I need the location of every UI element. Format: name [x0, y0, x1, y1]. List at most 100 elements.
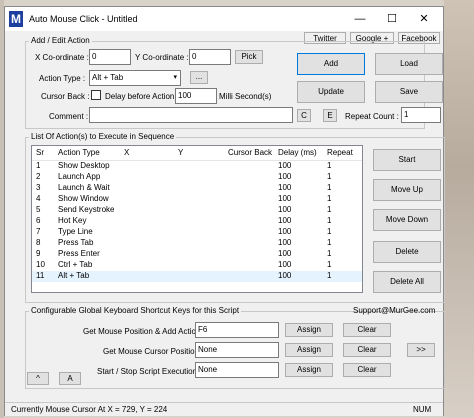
- delay-label: Delay before Action :: [105, 92, 179, 101]
- move-down-button[interactable]: Move Down: [373, 209, 441, 231]
- delete-button[interactable]: Delete: [373, 241, 441, 263]
- shortcut-2-clear-button[interactable]: Clear: [343, 343, 391, 357]
- app-logo-icon: M: [9, 11, 23, 27]
- move-up-button[interactable]: Move Up: [373, 179, 441, 201]
- row-repeat: 1: [327, 161, 332, 170]
- shortcut-3-assign-button[interactable]: Assign: [285, 363, 333, 377]
- mouse-position-status: Currently Mouse Cursor At X = 729, Y = 2…: [11, 405, 168, 414]
- table-row[interactable]: 6 Hot Key 100 1: [32, 216, 362, 227]
- row-sr: 1: [36, 161, 41, 170]
- row-action-type: Alt + Tab: [58, 271, 90, 280]
- row-action-type: Launch App: [58, 172, 101, 181]
- row-action-type: Show Window: [58, 194, 109, 203]
- pick-button[interactable]: Pick: [235, 50, 263, 64]
- table-row[interactable]: 10 Ctrl + Tab 100 1: [32, 260, 362, 271]
- cursor-back-label: Cursor Back :: [41, 92, 90, 101]
- close-button[interactable]: ✕: [409, 10, 439, 28]
- shortcuts-group-title: Configurable Global Keyboard Shortcut Ke…: [29, 306, 242, 315]
- column-header-action-type[interactable]: Action Type: [58, 148, 100, 157]
- shortcut-1-label: Get Mouse Position & Add Action :: [83, 327, 205, 336]
- table-row[interactable]: 8 Press Tab 100 1: [32, 238, 362, 249]
- x-coordinate-input[interactable]: 0: [89, 49, 131, 65]
- shortcut-1-assign-button[interactable]: Assign: [285, 323, 333, 337]
- shortcut-1-clear-button[interactable]: Clear: [343, 323, 391, 337]
- row-delay: 100: [278, 227, 292, 236]
- row-action-type: Launch & Wait: [58, 183, 110, 192]
- row-delay: 100: [278, 216, 292, 225]
- action-type-select[interactable]: Alt + Tab ▾: [89, 70, 181, 86]
- chevron-down-icon: ▾: [173, 74, 177, 81]
- shortcut-3-input[interactable]: None: [195, 362, 279, 378]
- more-shortcuts-button[interactable]: >>: [407, 343, 435, 357]
- add-edit-group-title: Add / Edit Action: [29, 36, 92, 45]
- table-row[interactable]: 4 Show Window 100 1: [32, 194, 362, 205]
- repeat-count-input[interactable]: 1: [401, 107, 441, 123]
- table-row[interactable]: 2 Launch App 100 1: [32, 172, 362, 183]
- table-row[interactable]: 5 Send Keystroke 100 1: [32, 205, 362, 216]
- minimize-button[interactable]: —: [345, 10, 375, 28]
- shortcut-2-label: Get Mouse Cursor Position :: [103, 347, 204, 356]
- row-delay: 100: [278, 271, 292, 280]
- row-delay: 100: [278, 194, 292, 203]
- column-header-y[interactable]: Y: [178, 148, 183, 157]
- collapse-up-button[interactable]: ^: [27, 372, 49, 385]
- row-action-type: Press Enter: [58, 249, 100, 258]
- row-repeat: 1: [327, 271, 332, 280]
- a-button[interactable]: A: [59, 372, 81, 385]
- table-row[interactable]: 3 Launch & Wait 100 1: [32, 183, 362, 194]
- comment-input[interactable]: [89, 107, 293, 123]
- table-row-selected[interactable]: 11 Alt + Tab 100 1: [32, 271, 362, 282]
- support-email-link[interactable]: Support@MurGee.com: [353, 306, 435, 315]
- start-button[interactable]: Start: [373, 149, 441, 171]
- table-row[interactable]: 1 Show Desktop 100 1: [32, 161, 362, 172]
- delete-all-button[interactable]: Delete All: [373, 271, 441, 293]
- row-action-type: Send Keystroke: [58, 205, 115, 214]
- shortcut-2-assign-button[interactable]: Assign: [285, 343, 333, 357]
- column-header-x[interactable]: X: [124, 148, 129, 157]
- row-sr: 4: [36, 194, 41, 203]
- maximize-button[interactable]: ☐: [377, 10, 407, 28]
- row-action-type: Press Tab: [58, 238, 94, 247]
- shortcut-3-label: Start / Stop Script Execution :: [97, 367, 202, 376]
- table-row[interactable]: 9 Press Enter 100 1: [32, 249, 362, 260]
- e-button[interactable]: E: [323, 109, 337, 122]
- delay-input[interactable]: 100: [175, 88, 217, 104]
- action-type-value: Alt + Tab: [92, 73, 124, 82]
- load-button[interactable]: Load: [375, 53, 443, 75]
- c-button[interactable]: C: [297, 109, 311, 122]
- column-header-sr[interactable]: Sr: [36, 148, 44, 157]
- row-delay: 100: [278, 238, 292, 247]
- row-sr: 9: [36, 249, 41, 258]
- row-delay: 100: [278, 205, 292, 214]
- shortcut-3-clear-button[interactable]: Clear: [343, 363, 391, 377]
- action-options-button[interactable]: ...: [190, 71, 208, 84]
- update-button[interactable]: Update: [297, 81, 365, 103]
- y-coordinate-input[interactable]: 0: [189, 49, 231, 65]
- row-sr: 8: [36, 238, 41, 247]
- row-delay: 100: [278, 260, 292, 269]
- row-sr: 6: [36, 216, 41, 225]
- row-delay: 100: [278, 172, 292, 181]
- column-header-delay[interactable]: Delay (ms): [278, 148, 317, 157]
- add-button[interactable]: Add: [297, 53, 365, 75]
- delay-unit-label: Milli Second(s): [219, 92, 272, 101]
- save-button[interactable]: Save: [375, 81, 443, 103]
- y-coordinate-label: Y Co-ordinate :: [135, 53, 189, 62]
- shortcut-1-input[interactable]: F6: [195, 322, 279, 338]
- shortcut-2-input[interactable]: None: [195, 342, 279, 358]
- table-row[interactable]: 7 Type Line 100 1: [32, 227, 362, 238]
- row-sr: 11: [36, 271, 45, 280]
- row-repeat: 1: [327, 172, 332, 181]
- column-header-repeat[interactable]: Repeat: [327, 148, 353, 157]
- row-sr: 2: [36, 172, 41, 181]
- title-bar[interactable]: M Auto Mouse Click - Untitled — ☐ ✕: [5, 7, 443, 31]
- cursor-back-checkbox[interactable]: [91, 90, 101, 100]
- column-header-cursor-back[interactable]: Cursor Back: [228, 148, 272, 157]
- desktop-background-right: [444, 0, 474, 418]
- row-sr: 5: [36, 205, 41, 214]
- row-repeat: 1: [327, 205, 332, 214]
- action-list[interactable]: Sr Action Type X Y Cursor Back Delay (ms…: [31, 145, 363, 293]
- row-repeat: 1: [327, 260, 332, 269]
- row-repeat: 1: [327, 194, 332, 203]
- comment-label: Comment :: [49, 112, 89, 121]
